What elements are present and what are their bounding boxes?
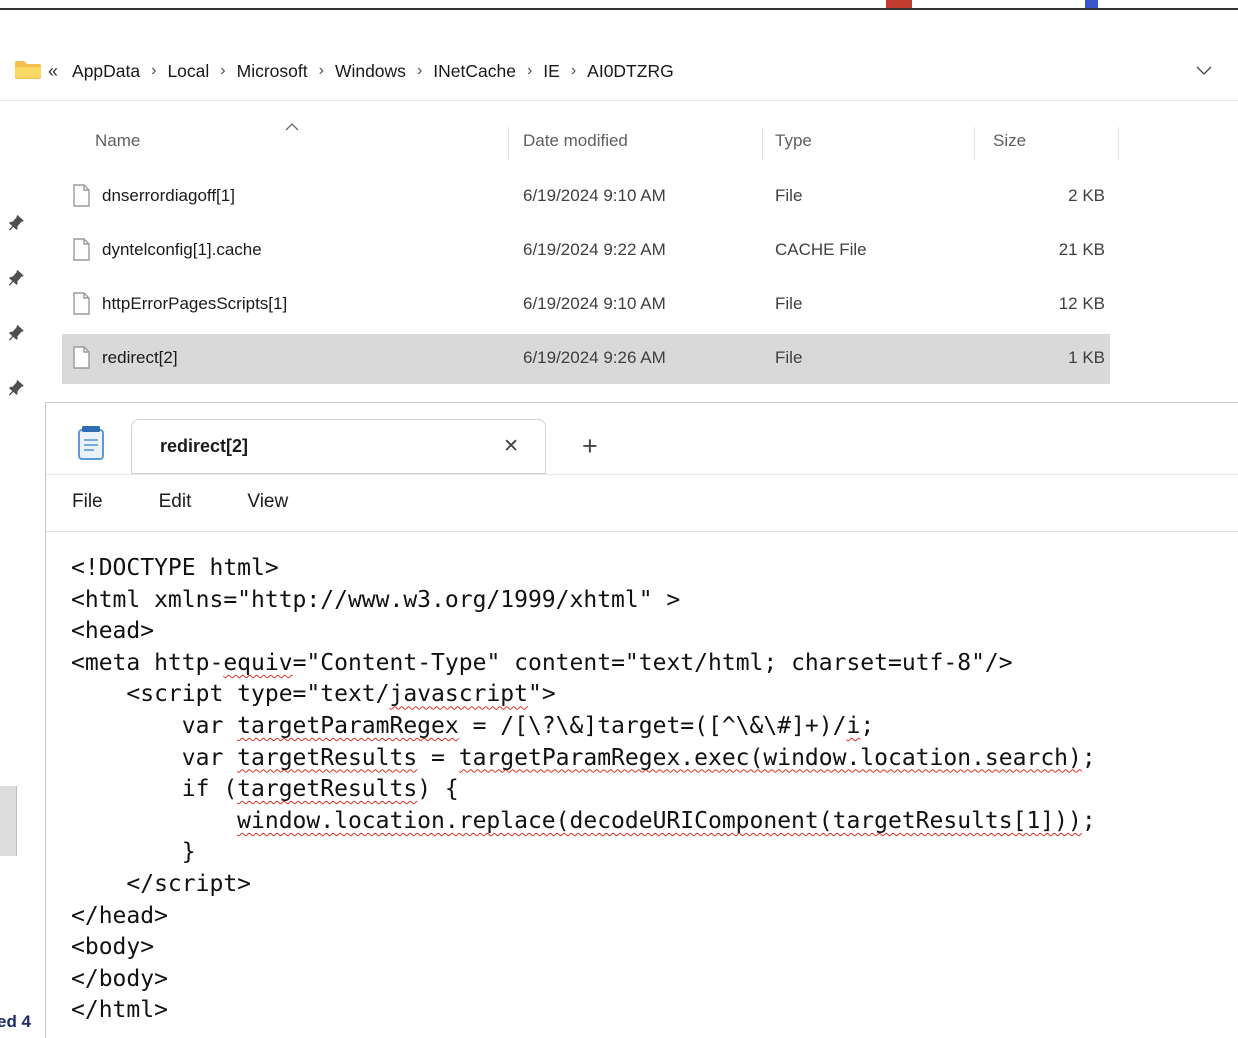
address-separator	[0, 100, 1238, 101]
breadcrumb-separator-icon: ›	[408, 62, 431, 80]
breadcrumb-separator-icon: ›	[142, 62, 165, 80]
file-type: File	[775, 294, 802, 314]
file-date-modified: 6/19/2024 9:10 AM	[523, 294, 666, 314]
table-row[interactable]: dyntelconfig[1].cache 6/19/2024 9:22 AM CA…	[0, 224, 1238, 278]
file-size: 12 KB	[975, 294, 1105, 314]
menu-file[interactable]: File	[68, 487, 127, 517]
breadcrumb-item[interactable]: Microsoft	[235, 59, 310, 84]
file-icon	[72, 292, 91, 320]
breadcrumb-item[interactable]: Windows	[333, 59, 408, 84]
file-icon	[72, 346, 91, 374]
file-date-modified: 6/19/2024 9:22 AM	[523, 240, 666, 260]
pin-icon	[5, 269, 25, 289]
code-line: </body>	[71, 964, 1238, 996]
code-line: <head>	[71, 616, 1238, 648]
file-name: redirect[2]	[102, 348, 178, 368]
column-divider[interactable]	[974, 127, 975, 160]
background-window-fragment-blue	[1085, 0, 1098, 8]
code-line: window.location.replace(decodeURICompone…	[71, 806, 1238, 838]
pin-icon	[5, 324, 25, 344]
code-line: </script>	[71, 869, 1238, 901]
code-line: <!DOCTYPE html>	[71, 553, 1238, 585]
code-line: <html xmlns="http://www.w3.org/1999/xhtm…	[71, 585, 1238, 617]
file-size: 21 KB	[975, 240, 1105, 260]
file-name: dnserrordiagoff[1]	[102, 186, 235, 206]
column-header-name[interactable]: Name	[95, 131, 140, 151]
new-tab-button[interactable]: +	[574, 431, 606, 462]
column-header-type[interactable]: Type	[775, 131, 812, 151]
scrollbar[interactable]	[0, 786, 17, 856]
file-name: dyntelconfig[1].cache	[102, 240, 262, 260]
background-window-edge	[0, 8, 1238, 10]
pin-icon	[5, 379, 25, 399]
code-line: <script type="text/javascript">	[71, 679, 1238, 711]
breadcrumb-separator-icon: ›	[562, 62, 585, 80]
sort-ascending-icon	[285, 118, 299, 136]
tab-close-icon[interactable]: ✕	[497, 433, 525, 460]
tab-title: redirect[2]	[160, 436, 497, 457]
notepad-window: redirect[2] ✕ + File Edit View <!DOCTYPE…	[45, 402, 1238, 1038]
folder-icon	[14, 59, 42, 86]
menu-bar: File Edit View	[68, 487, 340, 517]
breadcrumb-item[interactable]: INetCache	[431, 59, 518, 84]
file-list: dnserrordiagoff[1] 6/19/2024 9:10 AM File 2…	[0, 170, 1238, 386]
code-line: }	[71, 837, 1238, 869]
file-type: File	[775, 348, 802, 368]
code-line: </head>	[71, 901, 1238, 933]
tab-redirect[interactable]: redirect[2] ✕	[131, 419, 546, 474]
breadcrumb-item[interactable]: IE	[541, 59, 562, 84]
file-size: 1 KB	[975, 348, 1105, 368]
breadcrumb-item[interactable]: Local	[165, 59, 211, 84]
column-header-size[interactable]: Size	[993, 131, 1026, 151]
address-dropdown-chevron-icon[interactable]	[1196, 62, 1212, 80]
table-row[interactable]: dnserrordiagoff[1] 6/19/2024 9:10 AM File 2…	[0, 170, 1238, 224]
file-icon	[72, 238, 91, 266]
code-line: </html>	[71, 995, 1238, 1027]
file-name: httpErrorPagesScripts[1]	[102, 294, 287, 314]
notepad-icon	[76, 425, 106, 466]
column-divider[interactable]	[1118, 127, 1119, 160]
breadcrumb-separator-icon: ›	[211, 62, 234, 80]
menu-view[interactable]: View	[243, 487, 312, 517]
code-line: if (targetResults) {	[71, 774, 1238, 806]
column-header-date-modified[interactable]: Date modified	[523, 131, 628, 151]
tabbar-divider	[46, 474, 1238, 475]
code-line: var targetResults = targetParamRegex.exe…	[71, 743, 1238, 775]
code-line: var targetParamRegex = /[\?\&]target=([^…	[71, 711, 1238, 743]
breadcrumb-item[interactable]: AppData	[70, 59, 142, 84]
code-line: <meta http-equiv="Content-Type" content=…	[71, 648, 1238, 680]
menu-edit[interactable]: Edit	[155, 487, 216, 517]
file-icon	[72, 184, 91, 212]
breadcrumb: «AppData›Local›Microsoft›Windows›INetCac…	[48, 48, 1178, 94]
table-row[interactable]: redirect[2] 6/19/2024 9:26 AM File 1 KB	[0, 332, 1238, 386]
column-divider[interactable]	[508, 127, 509, 160]
breadcrumb-separator-icon: ›	[518, 62, 541, 80]
breadcrumb-item[interactable]: AI0DTZRG	[585, 59, 676, 84]
breadcrumb-prefix-icon: «	[48, 61, 58, 82]
file-type: CACHE File	[775, 240, 867, 260]
menubar-divider	[46, 531, 1238, 532]
pin-icon	[5, 214, 25, 234]
column-divider[interactable]	[762, 127, 763, 160]
file-size: 2 KB	[975, 186, 1105, 206]
background-window-fragment-red	[886, 0, 912, 8]
file-date-modified: 6/19/2024 9:10 AM	[523, 186, 666, 206]
file-date-modified: 6/19/2024 9:26 AM	[523, 348, 666, 368]
code-line: <body>	[71, 932, 1238, 964]
code-editor[interactable]: <!DOCTYPE html><html xmlns="http://www.w…	[71, 553, 1238, 1027]
file-type: File	[775, 186, 802, 206]
table-row[interactable]: httpErrorPagesScripts[1] 6/19/2024 9:10 A…	[0, 278, 1238, 332]
status-text-fragment: ed 4	[0, 1012, 31, 1032]
breadcrumb-separator-icon: ›	[310, 62, 333, 80]
